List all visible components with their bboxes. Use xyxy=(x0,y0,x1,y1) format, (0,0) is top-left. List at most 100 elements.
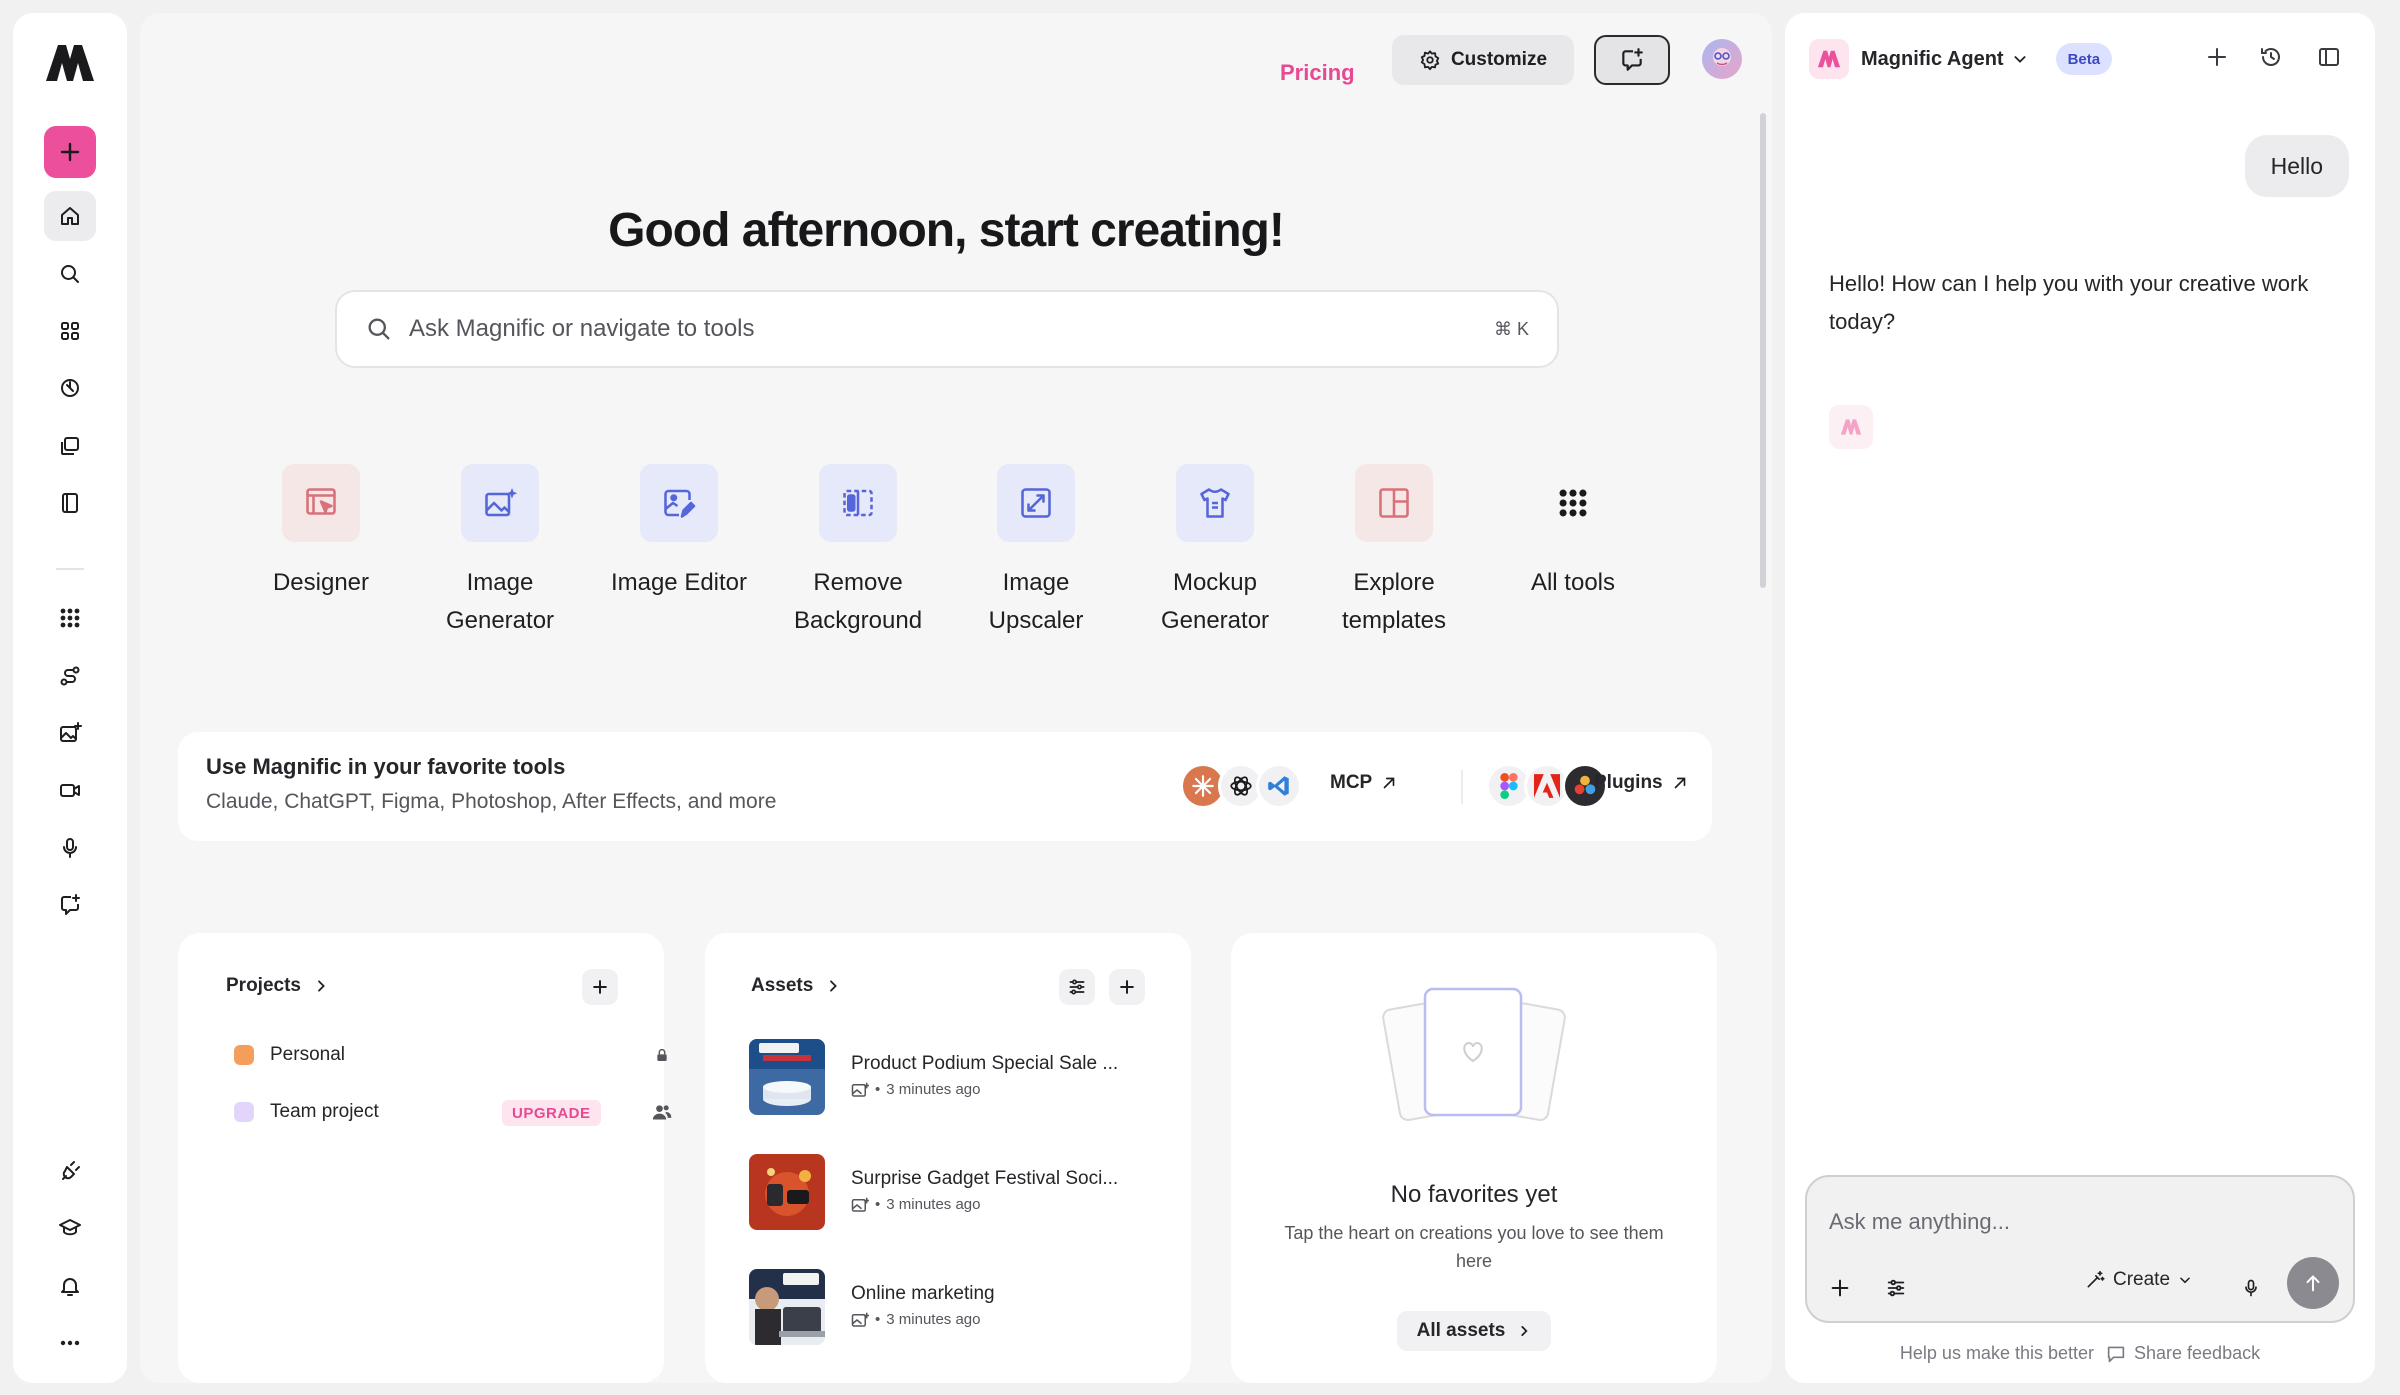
chevron-right-icon xyxy=(1517,1324,1531,1338)
team-icon xyxy=(652,1103,672,1121)
rail-item-workflows[interactable] xyxy=(44,651,96,701)
shortcut-hint: ⌘ K xyxy=(1493,318,1529,339)
add-asset-button[interactable] xyxy=(1109,969,1145,1005)
integrations-subtitle: Claude, ChatGPT, Figma, Photoshop, After… xyxy=(206,790,777,813)
rail-item-search[interactable] xyxy=(44,249,96,299)
all-assets-label: All assets xyxy=(1416,1320,1506,1341)
image-spark-icon xyxy=(461,464,539,542)
magnific-logo[interactable] xyxy=(44,43,96,83)
asset-name: Online marketing xyxy=(851,1283,995,1304)
bullet: • xyxy=(875,1196,881,1213)
create-label: Create xyxy=(2113,1269,2171,1290)
settings-button[interactable] xyxy=(1885,1277,1907,1299)
agent-header: Magnific Agent Beta xyxy=(1809,39,2113,79)
tool-mockup-generator[interactable]: Mockup Generator xyxy=(1125,464,1305,640)
projects-title-link[interactable]: Projects xyxy=(226,975,329,997)
send-button[interactable] xyxy=(2287,1257,2339,1309)
tool-image-upscaler[interactable]: Image Upscaler xyxy=(946,464,1126,640)
rail-item-chat[interactable] xyxy=(44,880,96,930)
plug-icon xyxy=(58,1159,82,1183)
rail-item-history[interactable] xyxy=(44,363,96,413)
agent-selector[interactable]: Magnific Agent xyxy=(1861,48,2028,71)
create-mode-select[interactable]: Create xyxy=(2085,1269,2192,1291)
rail-item-apps[interactable] xyxy=(44,306,96,356)
rail-item-learn[interactable] xyxy=(44,1203,96,1253)
image-plus-icon xyxy=(58,721,82,745)
tool-remove-background[interactable]: Remove Background xyxy=(768,464,948,640)
voice-input-button[interactable] xyxy=(2241,1277,2261,1299)
rail-item-image-generator[interactable] xyxy=(44,708,96,758)
favorites-empty-subtitle: Tap the heart on creations you love to s… xyxy=(1284,1223,1664,1271)
filter-assets-button[interactable] xyxy=(1059,969,1095,1005)
tool-designer[interactable]: Designer xyxy=(231,464,411,602)
all-assets-button[interactable]: All assets xyxy=(1397,1311,1551,1351)
plugins-label: Plugins xyxy=(1594,772,1663,793)
arrow-up-right-icon xyxy=(1671,774,1689,792)
chat-spark-icon xyxy=(58,893,82,917)
home-icon xyxy=(58,204,82,228)
customize-button[interactable]: Customize xyxy=(1392,35,1574,85)
dots-grid-icon xyxy=(58,606,82,630)
project-item[interactable]: Team project UPGRADE xyxy=(234,1092,672,1132)
chevron-right-icon xyxy=(313,978,329,994)
rail-item-video[interactable] xyxy=(44,765,96,815)
chat-history-button[interactable] xyxy=(2259,45,2283,69)
gear-icon xyxy=(1419,49,1441,71)
upgrade-badge[interactable]: UPGRADE xyxy=(502,1100,601,1126)
asset-item[interactable]: Online marketing • 3 minutes ago xyxy=(749,1269,1169,1345)
plugins-link[interactable]: Plugins xyxy=(1594,772,1689,794)
bullet: • xyxy=(875,1081,881,1098)
tool-all-tools[interactable]: All tools xyxy=(1483,464,1663,602)
sliders-icon xyxy=(1067,977,1087,997)
asset-thumbnail xyxy=(749,1154,825,1230)
toggle-agent-button[interactable] xyxy=(1594,35,1670,85)
arrow-up-right-icon xyxy=(1380,774,1398,792)
add-project-button[interactable] xyxy=(582,969,618,1005)
project-item[interactable]: Personal xyxy=(234,1035,667,1075)
tool-label: Explore templates xyxy=(1341,569,1447,634)
rail-item-audio[interactable] xyxy=(44,823,96,873)
remove-bg-icon xyxy=(819,464,897,542)
asset-item[interactable]: Product Podium Special Sale ... • 3 minu… xyxy=(749,1039,1169,1115)
chat-composer[interactable]: Ask me anything... Create xyxy=(1805,1175,2355,1323)
pricing-link[interactable]: Pricing xyxy=(1280,48,1355,98)
video-icon xyxy=(58,778,82,802)
main-search-input[interactable]: Ask Magnific or navigate to tools ⌘ K xyxy=(335,290,1559,368)
main-scrollbar[interactable] xyxy=(1760,113,1766,588)
feedback-icon xyxy=(2106,1345,2126,1363)
plus-icon xyxy=(590,977,610,997)
asset-meta: • 3 minutes ago xyxy=(851,1311,981,1328)
magic-wand-icon xyxy=(2085,1270,2105,1290)
attach-button[interactable] xyxy=(1829,1277,1851,1299)
mcp-app-icons xyxy=(1180,763,1302,809)
rail-item-gallery[interactable] xyxy=(44,421,96,471)
assets-title-link[interactable]: Assets xyxy=(751,975,841,997)
dots-grid-icon xyxy=(1534,464,1612,542)
rail-item-home[interactable] xyxy=(44,191,96,241)
tool-explore-templates[interactable]: Explore templates xyxy=(1304,464,1484,640)
tool-label: Remove Background xyxy=(793,569,923,634)
images-icon xyxy=(58,434,82,458)
share-feedback-link[interactable]: Share feedback xyxy=(2106,1343,2260,1364)
customize-label: Customize xyxy=(1450,49,1548,70)
rail-item-notifications[interactable] xyxy=(44,1261,96,1311)
assets-title: Assets xyxy=(751,975,814,996)
mcp-link[interactable]: MCP xyxy=(1330,772,1398,794)
left-rail xyxy=(13,13,127,1383)
designer-icon xyxy=(282,464,360,542)
chat-input[interactable]: Ask me anything... xyxy=(1829,1209,2010,1235)
rail-item-all-tools[interactable] xyxy=(44,593,96,643)
user-avatar[interactable] xyxy=(1702,39,1742,79)
asset-item[interactable]: Surprise Gadget Festival Soci... • 3 min… xyxy=(749,1154,1169,1230)
new-button[interactable] xyxy=(44,126,96,178)
tool-image-generator[interactable]: Image Generator xyxy=(410,464,590,640)
arrow-up-icon xyxy=(2302,1272,2324,1294)
toggle-sidebar-button[interactable] xyxy=(2317,45,2341,69)
new-chat-button[interactable] xyxy=(2205,45,2229,69)
rail-item-more[interactable] xyxy=(44,1318,96,1368)
tool-image-editor[interactable]: Image Editor xyxy=(589,464,769,602)
footer-hint: Help us make this better xyxy=(1899,1343,2094,1363)
rail-item-plugins[interactable] xyxy=(44,1146,96,1196)
rail-item-library[interactable] xyxy=(44,478,96,528)
chevron-down-icon xyxy=(2178,1273,2192,1287)
